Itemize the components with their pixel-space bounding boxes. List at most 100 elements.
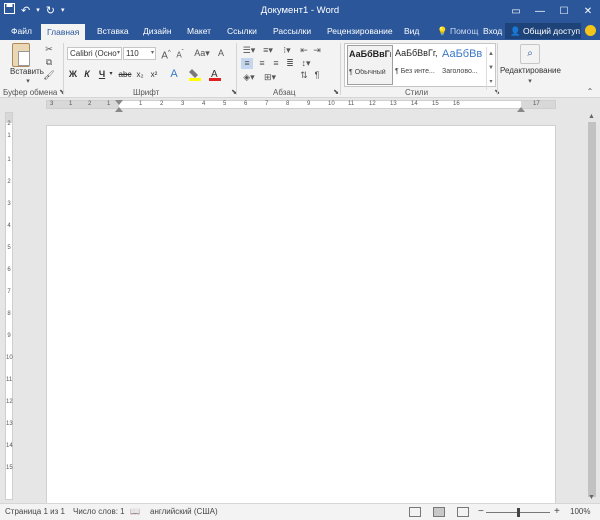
tab-view[interactable]: Вид [401, 22, 422, 40]
copy-icon[interactable]: ⧉ [43, 57, 55, 68]
chevron-down-icon: ▾ [150, 50, 154, 56]
ruler-tick: 7 [265, 101, 269, 107]
ruler-tick: 9 [7, 333, 11, 339]
tab-home[interactable]: Главная [41, 24, 86, 40]
chevron-down-icon[interactable]: ▾ [22, 76, 34, 87]
scrollbar-thumb[interactable] [588, 122, 596, 497]
feedback-smiley-icon[interactable] [585, 25, 596, 36]
zoom-in-button[interactable]: + [554, 504, 560, 520]
change-case-icon[interactable]: Aa▾ [193, 48, 211, 59]
borders-icon[interactable]: ⊞▾ [262, 72, 278, 83]
share-button[interactable]: 👤 Общий доступ [505, 23, 581, 39]
signin-link[interactable]: Вход [483, 22, 502, 40]
dialog-launcher-icon[interactable]: ⬊ [56, 87, 68, 98]
underline-button[interactable]: Ч [97, 68, 107, 81]
share-label: Общий доступ [522, 26, 581, 36]
numbering-icon[interactable]: ≡▾ [260, 45, 276, 56]
highlight-icon[interactable] [188, 68, 202, 81]
vertical-ruler[interactable]: 2 1 1 2 3 4 5 6 7 8 9 10 11 12 13 14 15 [5, 112, 13, 500]
tab-file[interactable]: Файл [8, 22, 35, 40]
shrink-font-icon[interactable]: Aˇ [174, 48, 186, 60]
style-heading-1[interactable]: АаБбВв Заголово... [441, 45, 487, 85]
ruler-tick: 6 [244, 101, 248, 107]
hanging-indent-marker[interactable] [115, 107, 123, 112]
language-status[interactable]: английский (США) [150, 504, 218, 520]
first-line-indent-marker[interactable] [115, 100, 123, 105]
ribbon-tab-bar: Файл Главная Вставка Дизайн Макет Ссылки… [0, 22, 600, 40]
dialog-launcher-icon[interactable]: ⬊ [228, 87, 240, 98]
page-count-status[interactable]: Страница 1 из 1 [5, 504, 65, 520]
ruler-tick: 1 [7, 133, 11, 139]
collapse-ribbon-icon[interactable]: ⌃ [584, 86, 596, 97]
show-marks-icon[interactable]: ¶ [311, 70, 323, 81]
scroll-up-icon[interactable]: ▲ [588, 113, 595, 120]
font-color-icon[interactable]: A [208, 68, 222, 81]
italic-button[interactable]: К [82, 68, 92, 81]
cut-icon[interactable]: ✂ [43, 44, 55, 55]
text-effects-icon[interactable]: A [168, 68, 180, 81]
tab-design[interactable]: Дизайн [140, 22, 175, 40]
editing-button[interactable]: Редактирование [500, 66, 561, 75]
align-right-icon[interactable]: ≡ [270, 58, 282, 69]
paste-button[interactable]: Вставить [10, 67, 44, 76]
document-page[interactable] [46, 125, 556, 505]
ruler-tick: 11 [348, 101, 355, 107]
tab-review[interactable]: Рецензирование [324, 22, 396, 40]
font-name-select[interactable]: Calibri (Осно ▾ [67, 47, 122, 60]
line-spacing-icon[interactable]: ↕▾ [298, 58, 314, 69]
tell-me-box[interactable]: 💡 Помощ [437, 22, 478, 40]
style-sample: АаБбВв [442, 48, 483, 60]
minimize-icon[interactable]: — [528, 0, 552, 22]
bullets-icon[interactable]: ☰▾ [241, 45, 257, 56]
close-icon[interactable]: ✕ [576, 0, 600, 22]
right-indent-marker[interactable] [517, 107, 525, 112]
ruler-tick: 16 [453, 101, 460, 107]
read-mode-icon[interactable] [409, 507, 421, 517]
justify-icon[interactable]: ≣ [284, 58, 296, 69]
zoom-slider-thumb[interactable] [517, 508, 520, 517]
clear-formatting-icon[interactable]: A [215, 48, 227, 59]
style-normal[interactable]: АаБбВвГг, ¶ Обычный [347, 45, 393, 85]
paste-icon[interactable] [12, 43, 30, 67]
multilevel-list-icon[interactable]: ⁝▾ [279, 45, 295, 56]
ruler-tick: 1 [69, 101, 73, 107]
proofing-icon[interactable]: 📖 [130, 504, 140, 520]
font-group-label: Шрифт [133, 88, 160, 97]
increase-indent-icon[interactable]: ⇥ [311, 45, 323, 56]
print-layout-icon[interactable] [433, 507, 445, 517]
ruler-tick: 2 [160, 101, 164, 107]
horizontal-ruler[interactable]: 3 1 2 1 1 2 3 4 5 6 7 8 9 10 11 12 13 14… [46, 100, 556, 112]
chevron-down-icon: ▾ [116, 50, 120, 56]
align-left-icon[interactable]: ≡ [241, 58, 253, 69]
tab-layout[interactable]: Макет [184, 22, 214, 40]
sort-icon[interactable]: ⇅ [298, 70, 310, 81]
tab-references[interactable]: Ссылки [224, 22, 260, 40]
subscript-button[interactable]: x₂ [134, 68, 146, 81]
style-no-spacing[interactable]: АаБбВвГг, ¶ Без инте... [394, 45, 440, 85]
word-count-status[interactable]: Число слов: 1 [73, 504, 125, 520]
decrease-indent-icon[interactable]: ⇤ [298, 45, 310, 56]
tab-mailings[interactable]: Рассылки [270, 22, 314, 40]
chevron-down-icon[interactable]: ▾ [108, 68, 114, 81]
bold-button[interactable]: Ж [68, 68, 78, 81]
vertical-scrollbar[interactable]: ▲ ▼ [586, 112, 598, 502]
grow-font-icon[interactable]: A^ [160, 48, 172, 61]
superscript-button[interactable]: x² [148, 68, 160, 81]
strikethrough-button[interactable]: abc [117, 68, 133, 81]
maximize-icon[interactable]: ☐ [552, 0, 576, 22]
group-separator [497, 43, 498, 95]
font-size-select[interactable]: 110 ▾ [123, 47, 156, 60]
styles-scroll[interactable]: ▲ ▼ ▾ [486, 47, 495, 90]
person-icon: 👤 [510, 26, 521, 36]
zoom-out-button[interactable]: − [478, 504, 484, 520]
ribbon-display-options-icon[interactable]: ▭ [504, 0, 528, 22]
search-icon[interactable]: ⌕ [520, 44, 540, 64]
scroll-down-icon[interactable]: ▼ [588, 494, 595, 501]
zoom-level[interactable]: 100% [570, 504, 590, 520]
align-center-icon[interactable]: ≡ [256, 58, 268, 69]
web-layout-icon[interactable] [457, 507, 469, 517]
tab-insert[interactable]: Вставка [94, 22, 132, 40]
shading-icon[interactable]: ◈▾ [241, 72, 257, 83]
format-painter-icon[interactable]: 🖌 [43, 70, 55, 81]
chevron-down-icon[interactable]: ▾ [524, 76, 536, 87]
